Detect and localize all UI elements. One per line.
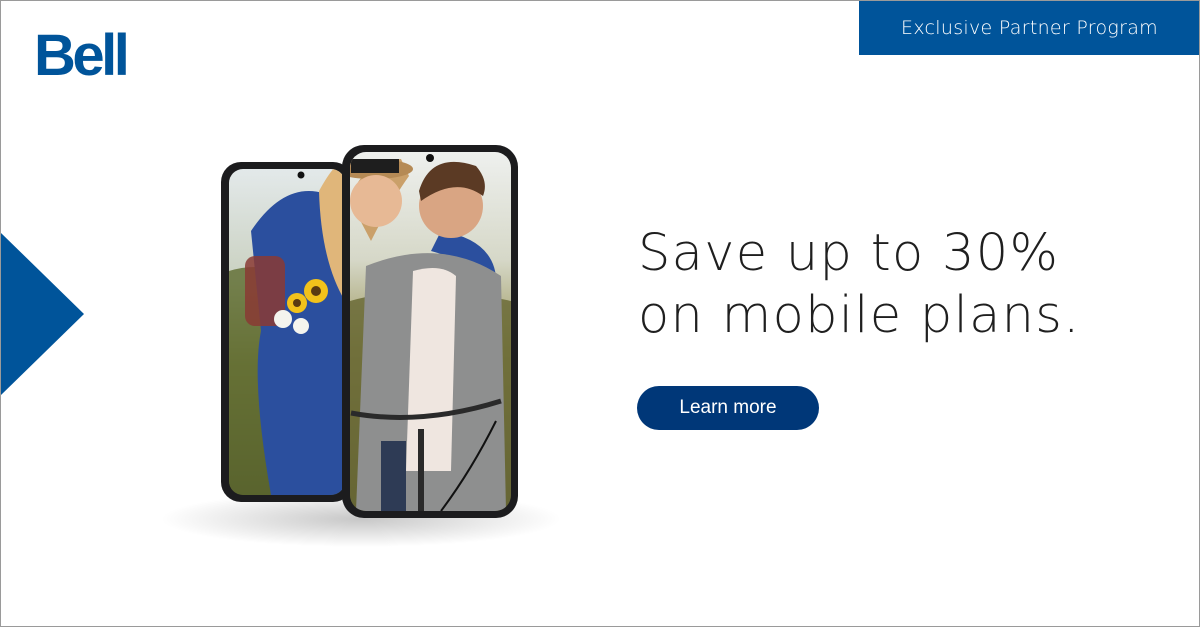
headline-line-1: Save up to 30% — [638, 224, 1060, 283]
ad-banner: Bell Exclusive Partner Program Save up t… — [0, 0, 1200, 627]
front-phone — [342, 145, 518, 518]
partner-program-badge: Exclusive Partner Program — [859, 1, 1199, 55]
learn-more-button[interactable]: Learn more — [637, 386, 819, 430]
headline-line-2: on mobile plans. — [638, 286, 1081, 345]
back-phone — [221, 162, 353, 502]
phones-illustration — [161, 145, 561, 547]
headline: Save up to 30% on mobile plans. — [638, 223, 1158, 347]
